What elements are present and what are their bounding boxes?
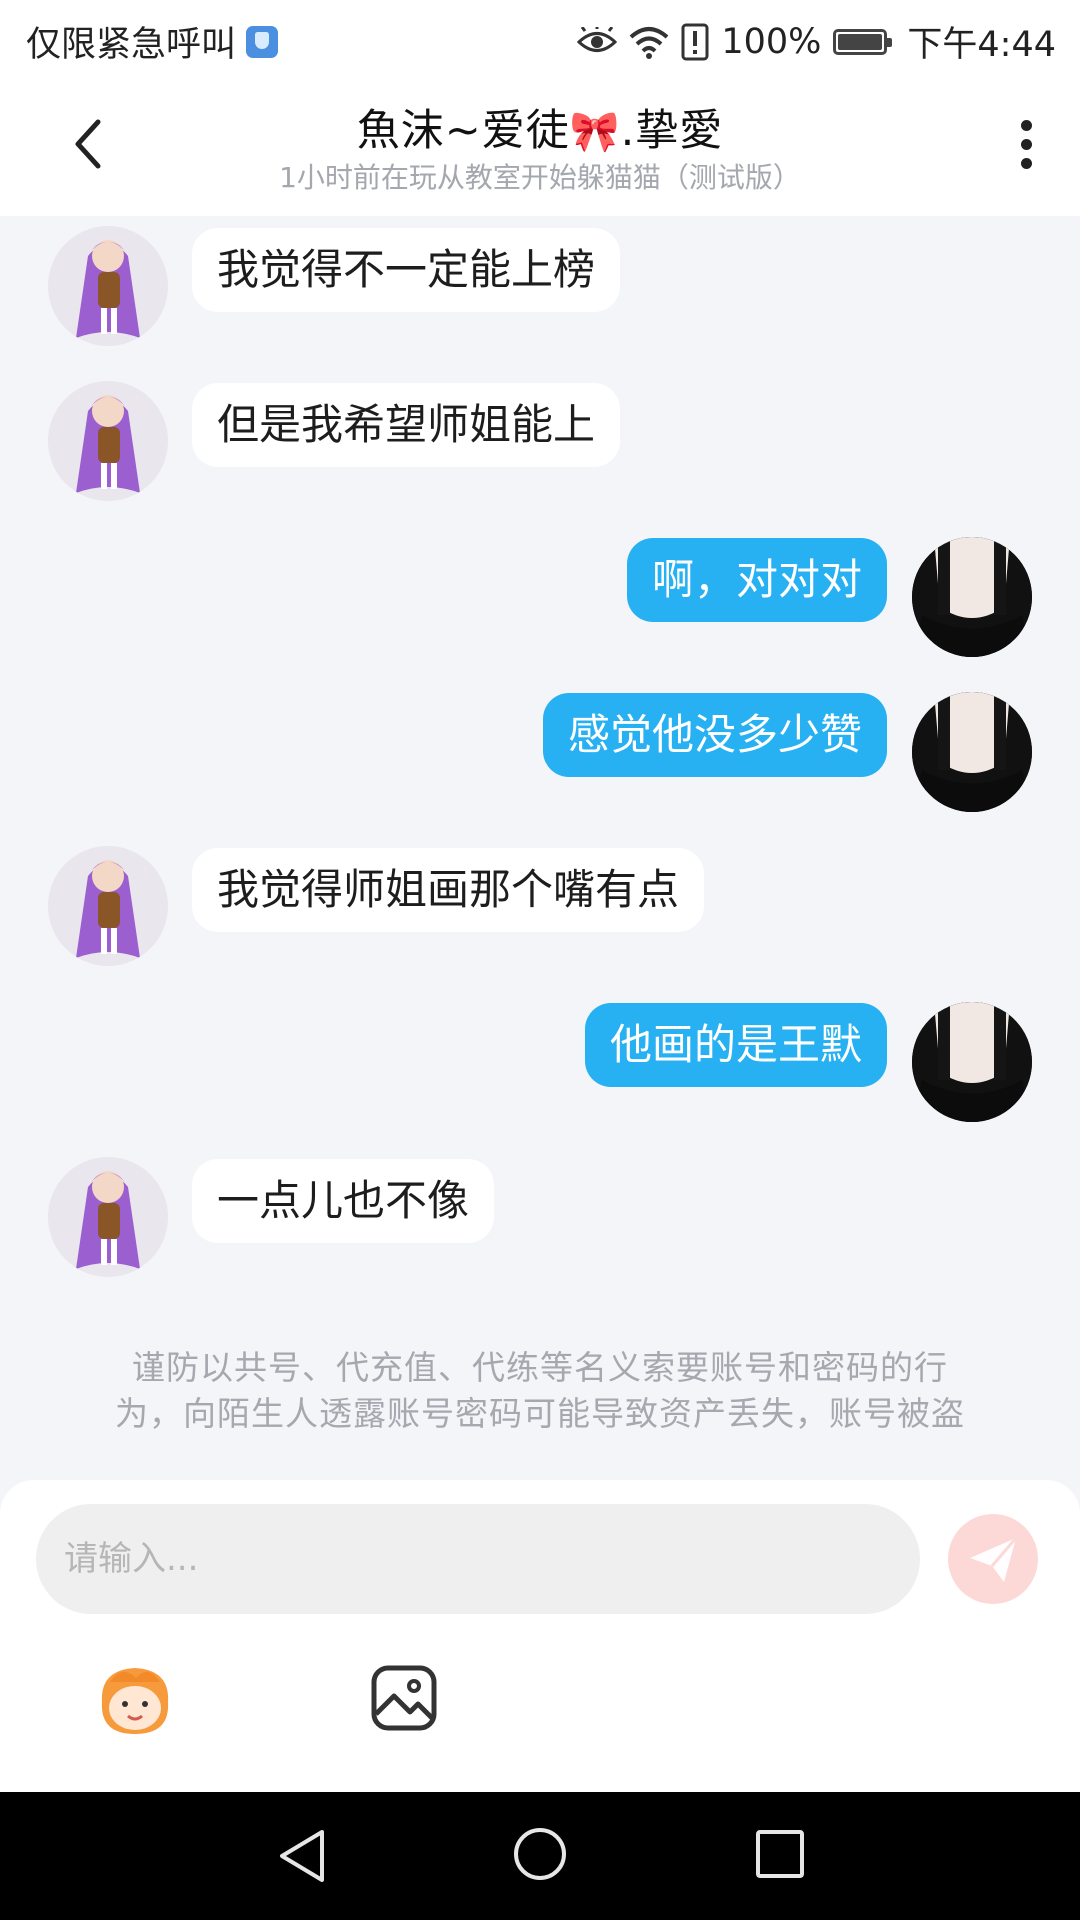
message-outgoing: 他画的是王默 xyxy=(0,1002,1080,1122)
user-avatar[interactable] xyxy=(912,1002,1032,1122)
chat-subtitle: 1小时前在玩从教室开始躲猫猫（测试版） xyxy=(279,161,801,194)
message-incoming: 一点儿也不像 xyxy=(0,1157,1080,1277)
triangle-back-icon xyxy=(280,1830,324,1882)
message-incoming: 我觉得不一定能上榜 xyxy=(0,226,1080,346)
chat-header: 魚沫~爱徒🎀.挚愛 1小时前在玩从教室开始躲猫猫（测试版） xyxy=(0,76,1080,216)
emoji-face-icon xyxy=(101,1668,169,1734)
status-left: 仅限紧急呼叫 xyxy=(26,16,279,67)
alert-icon xyxy=(681,23,709,60)
message-bubble: 感觉他没多少赞 xyxy=(542,693,887,777)
message-outgoing: 啊，对对对 xyxy=(0,537,1080,657)
title-suffix: .挚愛 xyxy=(620,106,724,156)
image-icon xyxy=(371,1665,437,1731)
nav-back-button[interactable] xyxy=(276,1828,328,1884)
message-incoming: 我觉得师姐画那个嘴有点 xyxy=(0,846,1080,966)
chat-title: 魚沫~爱徒🎀.挚愛 xyxy=(0,96,1080,158)
message-bubble: 我觉得不一定能上榜 xyxy=(192,228,621,312)
shield-icon xyxy=(246,25,279,58)
battery-icon xyxy=(833,28,893,55)
user-avatar[interactable] xyxy=(912,537,1032,657)
title-name: 魚沫~爱徒 xyxy=(356,106,570,156)
composer-panel: 请输入... xyxy=(0,1480,1080,1792)
send-icon xyxy=(970,1537,1018,1582)
system-nav-bar xyxy=(0,1792,1080,1920)
image-button[interactable] xyxy=(370,1664,438,1732)
message-bubble: 他画的是王默 xyxy=(584,1003,887,1087)
carrier-text: 仅限紧急呼叫 xyxy=(26,25,237,65)
contact-avatar[interactable] xyxy=(48,226,168,346)
eye-icon xyxy=(577,26,618,52)
message-bubble: 一点儿也不像 xyxy=(192,1159,495,1243)
more-vertical-icon xyxy=(1006,120,1046,169)
security-notice: 谨防以共号、代充值、代练等名义索要账号和密码的行 为，向陌生人透露账号密码可能导… xyxy=(80,1345,1000,1437)
emoji-button[interactable] xyxy=(92,1662,178,1738)
contact-avatar[interactable] xyxy=(48,381,168,501)
contact-avatar[interactable] xyxy=(48,846,168,966)
message-input[interactable]: 请输入... xyxy=(36,1504,920,1614)
status-bar: 仅限紧急呼叫 100% 下午4:44 xyxy=(0,0,1080,76)
wifi-icon xyxy=(630,26,669,59)
notice-line: 谨防以共号、代充值、代练等名义索要账号和密码的行 xyxy=(132,1348,948,1387)
send-button[interactable] xyxy=(948,1514,1038,1604)
nav-recents-button[interactable] xyxy=(756,1830,804,1878)
status-time: 下午4:44 xyxy=(907,25,1056,65)
status-right: 100% 下午4:44 xyxy=(577,16,1056,67)
more-options-button[interactable] xyxy=(1006,114,1046,182)
message-outgoing: 感觉他没多少赞 xyxy=(0,692,1080,812)
message-bubble: 但是我希望师姐能上 xyxy=(192,383,621,467)
notice-line: 为，向陌生人透露账号密码可能导致资产丢失，账号被盗 xyxy=(115,1394,965,1433)
message-incoming: 但是我希望师姐能上 xyxy=(0,381,1080,501)
message-bubble: 我觉得师姐画那个嘴有点 xyxy=(192,848,705,932)
battery-percent: 100% xyxy=(721,21,822,62)
contact-avatar[interactable] xyxy=(48,1157,168,1277)
message-bubble: 啊，对对对 xyxy=(626,538,887,622)
bow-emoji: 🎀 xyxy=(569,109,621,155)
nav-home-button[interactable] xyxy=(514,1828,566,1880)
user-avatar[interactable] xyxy=(912,692,1032,812)
